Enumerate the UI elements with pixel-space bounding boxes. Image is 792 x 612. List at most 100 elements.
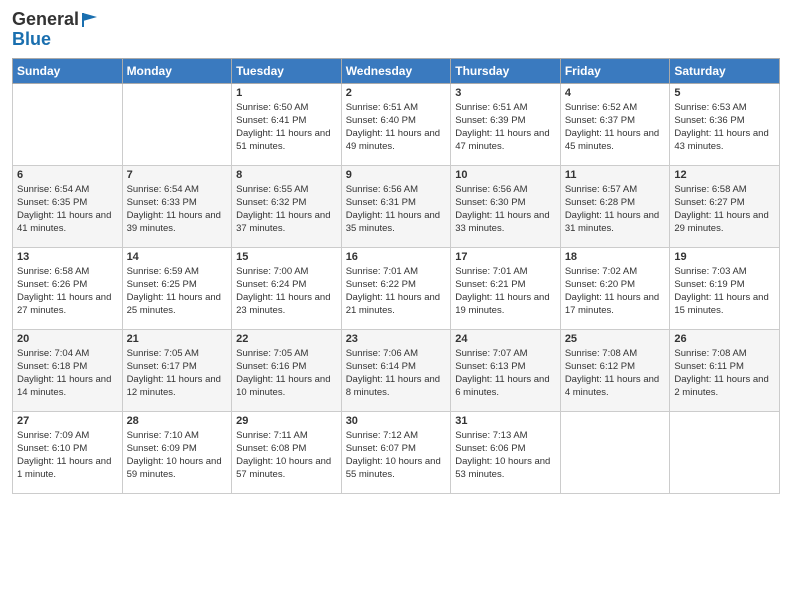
logo: General Blue — [12, 10, 99, 50]
day-info: Sunrise: 6:55 AM Sunset: 6:32 PM Dayligh… — [236, 183, 337, 236]
day-info: Sunrise: 6:57 AM Sunset: 6:28 PM Dayligh… — [565, 183, 666, 236]
week-row-3: 13Sunrise: 6:58 AM Sunset: 6:26 PM Dayli… — [13, 247, 780, 329]
day-number: 6 — [17, 169, 118, 181]
day-info: Sunrise: 7:07 AM Sunset: 6:13 PM Dayligh… — [455, 347, 556, 400]
day-number: 10 — [455, 169, 556, 181]
day-info: Sunrise: 6:58 AM Sunset: 6:27 PM Dayligh… — [674, 183, 775, 236]
day-number: 8 — [236, 169, 337, 181]
day-info: Sunrise: 7:00 AM Sunset: 6:24 PM Dayligh… — [236, 265, 337, 318]
day-number: 26 — [674, 333, 775, 345]
calendar-cell — [670, 411, 780, 493]
calendar-cell: 3Sunrise: 6:51 AM Sunset: 6:39 PM Daylig… — [451, 83, 561, 165]
calendar-cell: 22Sunrise: 7:05 AM Sunset: 6:16 PM Dayli… — [232, 329, 342, 411]
day-info: Sunrise: 6:53 AM Sunset: 6:36 PM Dayligh… — [674, 101, 775, 154]
weekday-header-row: SundayMondayTuesdayWednesdayThursdayFrid… — [13, 58, 780, 83]
calendar-cell: 7 Sunrise: 6:54 AM Sunset: 6:33 PM Daylig… — [122, 165, 232, 247]
day-info: Sunrise: 7:01 AM Sunset: 6:22 PM Dayligh… — [346, 265, 447, 318]
day-number: 15 — [236, 251, 337, 263]
day-info: Sunrise: 6:59 AM Sunset: 6:25 PM Dayligh… — [127, 265, 228, 318]
day-number: 30 — [346, 415, 447, 427]
calendar-cell: 17Sunrise: 7:01 AM Sunset: 6:21 PM Dayli… — [451, 247, 561, 329]
weekday-header-thursday: Thursday — [451, 58, 561, 83]
day-info: Sunrise: 7:09 AM Sunset: 6:10 PM Dayligh… — [17, 429, 118, 482]
day-info: Sunrise: 7:04 AM Sunset: 6:18 PM Dayligh… — [17, 347, 118, 400]
header: General Blue — [12, 10, 780, 50]
day-number: 13 — [17, 251, 118, 263]
day-number: 17 — [455, 251, 556, 263]
day-info: Sunrise: 7:02 AM Sunset: 6:20 PM Dayligh… — [565, 265, 666, 318]
day-info: Sunrise: 6:51 AM Sunset: 6:40 PM Dayligh… — [346, 101, 447, 154]
calendar-cell: 13Sunrise: 6:58 AM Sunset: 6:26 PM Dayli… — [13, 247, 123, 329]
week-row-4: 20 Sunrise: 7:04 AM Sunset: 6:18 PM Dayli… — [13, 329, 780, 411]
weekday-header-monday: Monday — [122, 58, 232, 83]
logo-general-text: General — [12, 10, 79, 30]
calendar-cell: 19Sunrise: 7:03 AM Sunset: 6:19 PM Dayli… — [670, 247, 780, 329]
calendar-cell: 15 Sunrise: 7:00 AM Sunset: 6:24 PM Dayli… — [232, 247, 342, 329]
calendar-cell: 2 Sunrise: 6:51 AM Sunset: 6:40 PM Daylig… — [341, 83, 451, 165]
calendar-cell: 8 Sunrise: 6:55 AM Sunset: 6:32 PM Daylig… — [232, 165, 342, 247]
calendar-cell: 24 Sunrise: 7:07 AM Sunset: 6:13 PM Dayli… — [451, 329, 561, 411]
day-number: 1 — [236, 87, 337, 99]
calendar-cell: 16 Sunrise: 7:01 AM Sunset: 6:22 PM Dayli… — [341, 247, 451, 329]
calendar-cell — [13, 83, 123, 165]
logo-blue-text: Blue — [12, 30, 51, 50]
day-number: 7 — [127, 169, 228, 181]
calendar-cell: 14Sunrise: 6:59 AM Sunset: 6:25 PM Dayli… — [122, 247, 232, 329]
day-info: Sunrise: 6:52 AM Sunset: 6:37 PM Dayligh… — [565, 101, 666, 154]
day-number: 20 — [17, 333, 118, 345]
day-info: Sunrise: 7:10 AM Sunset: 6:09 PM Dayligh… — [127, 429, 228, 482]
page-container: General Blue SundayMondayTuesdayWednesda… — [0, 0, 792, 502]
week-row-1: 1 Sunrise: 6:50 AM Sunset: 6:41 PM Daylig… — [13, 83, 780, 165]
day-number: 25 — [565, 333, 666, 345]
calendar-cell: 26 Sunrise: 7:08 AM Sunset: 6:11 PM Dayli… — [670, 329, 780, 411]
day-info: Sunrise: 7:12 AM Sunset: 6:07 PM Dayligh… — [346, 429, 447, 482]
day-info: Sunrise: 6:51 AM Sunset: 6:39 PM Dayligh… — [455, 101, 556, 154]
day-number: 12 — [674, 169, 775, 181]
day-info: Sunrise: 7:08 AM Sunset: 6:12 PM Dayligh… — [565, 347, 666, 400]
day-info: Sunrise: 7:03 AM Sunset: 6:19 PM Dayligh… — [674, 265, 775, 318]
week-row-2: 6 Sunrise: 6:54 AM Sunset: 6:35 PM Daylig… — [13, 165, 780, 247]
day-number: 28 — [127, 415, 228, 427]
day-info: Sunrise: 7:06 AM Sunset: 6:14 PM Dayligh… — [346, 347, 447, 400]
weekday-header-tuesday: Tuesday — [232, 58, 342, 83]
day-number: 24 — [455, 333, 556, 345]
day-number: 2 — [346, 87, 447, 99]
day-info: Sunrise: 6:54 AM Sunset: 6:35 PM Dayligh… — [17, 183, 118, 236]
day-number: 31 — [455, 415, 556, 427]
day-info: Sunrise: 6:50 AM Sunset: 6:41 PM Dayligh… — [236, 101, 337, 154]
weekday-header-sunday: Sunday — [13, 58, 123, 83]
calendar-table: SundayMondayTuesdayWednesdayThursdayFrid… — [12, 58, 780, 494]
day-number: 27 — [17, 415, 118, 427]
weekday-header-wednesday: Wednesday — [341, 58, 451, 83]
day-number: 29 — [236, 415, 337, 427]
calendar-cell: 29Sunrise: 7:11 AM Sunset: 6:08 PM Dayli… — [232, 411, 342, 493]
calendar-cell: 25 Sunrise: 7:08 AM Sunset: 6:12 PM Dayli… — [560, 329, 670, 411]
calendar-cell — [560, 411, 670, 493]
day-info: Sunrise: 7:08 AM Sunset: 6:11 PM Dayligh… — [674, 347, 775, 400]
calendar-cell: 27 Sunrise: 7:09 AM Sunset: 6:10 PM Dayli… — [13, 411, 123, 493]
calendar-cell: 11 Sunrise: 6:57 AM Sunset: 6:28 PM Dayli… — [560, 165, 670, 247]
logo-flag-icon — [81, 11, 99, 29]
day-number: 16 — [346, 251, 447, 263]
calendar-cell: 5 Sunrise: 6:53 AM Sunset: 6:36 PM Daylig… — [670, 83, 780, 165]
calendar-cell: 18 Sunrise: 7:02 AM Sunset: 6:20 PM Dayli… — [560, 247, 670, 329]
weekday-header-saturday: Saturday — [670, 58, 780, 83]
week-row-5: 27 Sunrise: 7:09 AM Sunset: 6:10 PM Dayli… — [13, 411, 780, 493]
day-info: Sunrise: 6:54 AM Sunset: 6:33 PM Dayligh… — [127, 183, 228, 236]
calendar-cell: 20 Sunrise: 7:04 AM Sunset: 6:18 PM Dayli… — [13, 329, 123, 411]
day-info: Sunrise: 6:56 AM Sunset: 6:30 PM Dayligh… — [455, 183, 556, 236]
day-number: 18 — [565, 251, 666, 263]
calendar-cell: 21Sunrise: 7:05 AM Sunset: 6:17 PM Dayli… — [122, 329, 232, 411]
day-info: Sunrise: 7:05 AM Sunset: 6:16 PM Dayligh… — [236, 347, 337, 400]
calendar-cell: 12 Sunrise: 6:58 AM Sunset: 6:27 PM Dayli… — [670, 165, 780, 247]
day-info: Sunrise: 7:13 AM Sunset: 6:06 PM Dayligh… — [455, 429, 556, 482]
day-number: 11 — [565, 169, 666, 181]
calendar-cell: 9Sunrise: 6:56 AM Sunset: 6:31 PM Daylig… — [341, 165, 451, 247]
day-number: 21 — [127, 333, 228, 345]
calendar-cell: 23Sunrise: 7:06 AM Sunset: 6:14 PM Dayli… — [341, 329, 451, 411]
calendar-cell: 6 Sunrise: 6:54 AM Sunset: 6:35 PM Daylig… — [13, 165, 123, 247]
day-info: Sunrise: 6:56 AM Sunset: 6:31 PM Dayligh… — [346, 183, 447, 236]
calendar-cell: 30 Sunrise: 7:12 AM Sunset: 6:07 PM Dayli… — [341, 411, 451, 493]
day-number: 5 — [674, 87, 775, 99]
calendar-cell: 31 Sunrise: 7:13 AM Sunset: 6:06 PM Dayli… — [451, 411, 561, 493]
